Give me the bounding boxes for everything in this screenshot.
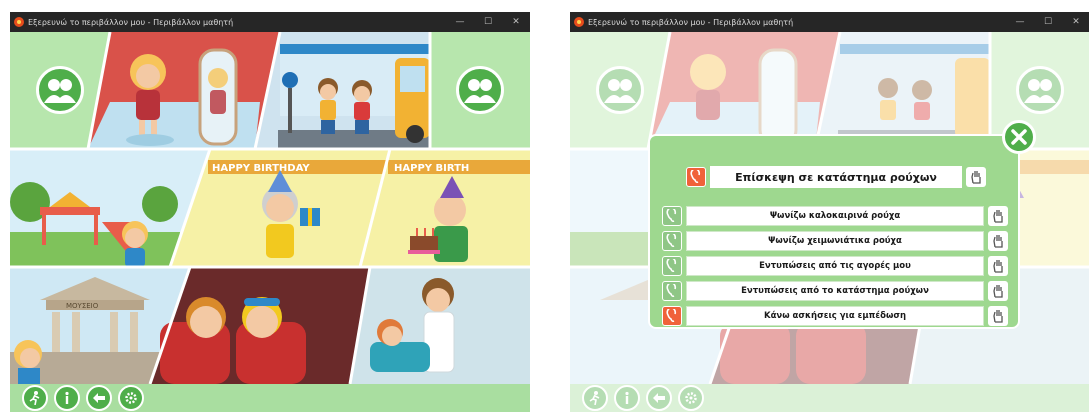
scene-grid-illustration: HAPPY BIRTHDAY HAPPY BIRTH ΜΟΥΣΕΙΟ (10, 32, 530, 384)
sign-language-hand-icon (993, 235, 1003, 248)
window-title: Εξερευνώ το περιβάλλον μου - Περιβάλλον … (588, 17, 794, 27)
option-label[interactable]: Εντυπώσεις από τις αγορές μου (686, 256, 984, 276)
bottom-toolbar (10, 384, 530, 412)
two-people-icon (44, 79, 76, 103)
close-window-button[interactable]: ✕ (502, 17, 530, 27)
dialog-option[interactable]: Ψωνίζω χειμωνιάτικα ρούχα (662, 231, 1008, 251)
app-logo-icon (14, 17, 24, 27)
option-label[interactable]: Εντυπώσεις από το κατάστημα ρούχων (686, 281, 984, 301)
dialog-option[interactable]: Εντυπώσεις από τις αγορές μου (662, 256, 1008, 276)
ear-icon (666, 309, 677, 323)
ear-icon (666, 284, 677, 298)
bathroom-mirror-scene[interactable] (88, 32, 280, 149)
maximize-button[interactable]: ☐ (474, 17, 502, 27)
scene-grid: HAPPY BIRTHDAY HAPPY BIRTH ΜΟΥΣΕΙΟ (10, 32, 530, 384)
sign-language-hand-icon (993, 260, 1003, 273)
option-label[interactable]: Ψωνίζω καλοκαιρινά ρούχα (686, 206, 984, 226)
settings-gear-icon (125, 392, 137, 404)
dialog-option[interactable]: Κάνω ασκήσεις για εμπέδωση (662, 306, 1008, 326)
minimize-button[interactable]: — (446, 17, 474, 27)
dialog-option[interactable]: Εντυπώσεις από το κατάστημα ρούχων (662, 281, 1008, 301)
dialog-header: Επίσκεψη σε κατάστημα ρούχων (686, 166, 986, 188)
banner-text-right: HAPPY BIRTH (394, 163, 469, 174)
option-sign-language-button[interactable] (988, 256, 1008, 276)
back-button[interactable] (86, 385, 112, 411)
sign-language-hand-icon (971, 171, 981, 184)
ear-icon (666, 259, 677, 273)
sign-language-hand-icon (993, 310, 1003, 323)
app-window-main: Εξερευνώ το περιβάλλον μου - Περιβάλλον … (10, 12, 530, 412)
app-window-dialog-open: Εξερευνώ το περιβάλλον μου - Περιβάλλον … (570, 12, 1089, 412)
window-titlebar: Εξερευνώ το περιβάλλον μου - Περιβάλλον … (10, 12, 530, 32)
dialog-option[interactable]: Ψωνίζω καλοκαιρινά ρούχα (662, 206, 1008, 226)
two-people-icon (464, 79, 496, 103)
banner-text-left: HAPPY BIRTHDAY (212, 163, 310, 174)
app-logo-icon (574, 17, 584, 27)
option-label[interactable]: Κάνω ασκήσεις για εμπέδωση (686, 306, 984, 326)
exit-runner-icon (29, 391, 40, 405)
option-sign-language-button[interactable] (988, 281, 1008, 301)
option-sign-language-button[interactable] (988, 206, 1008, 226)
bus-stop-scene[interactable] (255, 32, 430, 149)
back-arrow-icon (93, 393, 105, 403)
ear-icon (666, 209, 677, 223)
maximize-button[interactable]: ☐ (1034, 17, 1062, 27)
dentist-scene[interactable] (350, 267, 530, 384)
option-listen-button[interactable] (662, 281, 682, 301)
info-icon (65, 391, 69, 404)
window-titlebar: Εξερευνώ το περιβάλλον μου - Περιβάλλον … (570, 12, 1089, 32)
two-people-icon-left[interactable] (36, 66, 84, 114)
settings-button[interactable] (118, 385, 144, 411)
ear-icon (690, 170, 701, 184)
close-window-button[interactable]: ✕ (1062, 17, 1089, 27)
close-x-icon (1011, 129, 1027, 145)
window-title: Εξερευνώ το περιβάλλον μου - Περιβάλλον … (28, 17, 234, 27)
option-listen-button[interactable] (662, 256, 682, 276)
option-sign-language-button[interactable] (988, 306, 1008, 326)
option-listen-button[interactable] (662, 306, 682, 326)
museum-sign-text: ΜΟΥΣΕΙΟ (66, 302, 99, 310)
header-listen-button[interactable] (686, 167, 706, 187)
ear-icon (666, 234, 677, 248)
dialog-title: Επίσκεψη σε κατάστημα ρούχων (710, 166, 962, 188)
dialog-close-button[interactable] (1002, 120, 1036, 154)
header-sign-language-button[interactable] (966, 167, 986, 187)
exit-button[interactable] (22, 385, 48, 411)
sign-language-hand-icon (993, 210, 1003, 223)
minimize-button[interactable]: — (1006, 17, 1034, 27)
info-button[interactable] (54, 385, 80, 411)
option-listen-button[interactable] (662, 231, 682, 251)
two-people-icon-right[interactable] (456, 66, 504, 114)
option-sign-language-button[interactable] (988, 231, 1008, 251)
sign-language-hand-icon (993, 285, 1003, 298)
option-label[interactable]: Ψωνίζω χειμωνιάτικα ρούχα (686, 231, 984, 251)
option-listen-button[interactable] (662, 206, 682, 226)
activity-dialog: Επίσκεψη σε κατάστημα ρούχων Ψωνίζω καλο… (648, 134, 1020, 329)
